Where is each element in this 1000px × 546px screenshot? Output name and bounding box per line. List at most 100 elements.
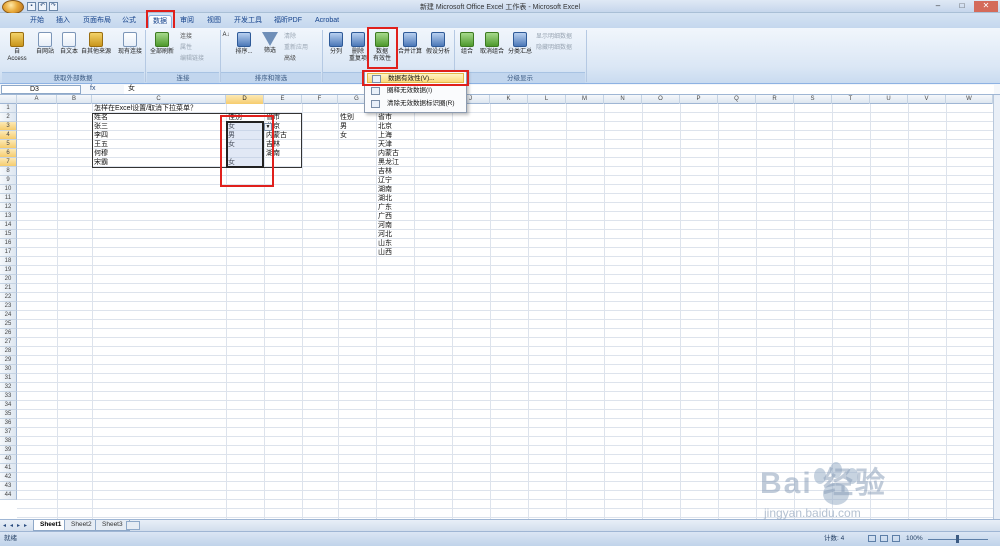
column-header[interactable]: D [226, 95, 264, 104]
province-list-header[interactable]: 省市 [378, 113, 392, 122]
text-to-columns-button[interactable]: 分列 [325, 32, 347, 56]
tab-developer[interactable]: 开发工具 [232, 15, 264, 28]
sort-button[interactable]: 排序... [232, 32, 256, 56]
normal-view-icon[interactable] [868, 535, 876, 542]
advanced-button[interactable]: 高级 [284, 53, 296, 62]
column-header[interactable]: L [528, 95, 566, 104]
row-header[interactable]: 8 [0, 167, 17, 176]
row-header[interactable]: 39 [0, 446, 17, 455]
sheet-title-cell[interactable]: 怎样在Excel设置/取消下拉菜单？ [94, 104, 197, 113]
column-header[interactable]: R [756, 95, 794, 104]
province-list-item[interactable]: 湖南 [378, 185, 392, 194]
zoom-level[interactable]: 100% [906, 534, 923, 544]
row-header[interactable]: 13 [0, 212, 17, 221]
connections-button[interactable]: 连接 [180, 31, 192, 40]
name-box[interactable]: D3 [1, 85, 81, 94]
edit-links-button[interactable]: 编辑链接 [180, 53, 204, 62]
fx-icon[interactable]: fx [90, 85, 120, 94]
row-header[interactable]: 34 [0, 401, 17, 410]
column-header[interactable]: V [908, 95, 946, 104]
vertical-scrollbar[interactable] [993, 95, 1000, 519]
row-header[interactable]: 12 [0, 203, 17, 212]
name-cell[interactable]: 李四 [94, 131, 108, 140]
row-header[interactable]: 3 [0, 122, 17, 131]
column-header[interactable]: Q [718, 95, 756, 104]
province-list-item[interactable]: 上海 [378, 131, 392, 140]
column-header[interactable]: W [946, 95, 993, 104]
from-text-button[interactable]: 自文本 [58, 32, 80, 56]
tab-acrobat[interactable]: Acrobat [312, 15, 342, 28]
province-list-item[interactable]: 河北 [378, 230, 392, 239]
province-list-item[interactable]: 山东 [378, 239, 392, 248]
minimize-icon[interactable]: – [926, 1, 950, 12]
ungroup-button[interactable]: 取消组合 [478, 32, 506, 56]
page-layout-icon[interactable] [880, 535, 888, 542]
row-header[interactable]: 17 [0, 248, 17, 257]
province-list-item[interactable]: 黑龙江 [378, 158, 399, 167]
row-header[interactable]: 21 [0, 284, 17, 293]
menu-item-clear-circles[interactable]: 清除无效数据标识圈(R) [367, 99, 464, 109]
row-header[interactable]: 15 [0, 230, 17, 239]
row-header[interactable]: 40 [0, 455, 17, 464]
sheet-tab[interactable]: Sheet3 [95, 520, 130, 531]
existing-connections-button[interactable]: 现有连接 [116, 32, 144, 56]
row-header[interactable]: 14 [0, 221, 17, 230]
prev-sheet-icon[interactable]: ◂ [10, 522, 16, 530]
row-header[interactable]: 19 [0, 266, 17, 275]
row-header[interactable]: 32 [0, 383, 17, 392]
gender-list-header[interactable]: 性别 [340, 113, 354, 122]
province-list-item[interactable]: 北京 [378, 122, 392, 131]
select-all-corner[interactable] [0, 95, 17, 104]
province-list-item[interactable]: 吉林 [378, 167, 392, 176]
name-cell[interactable]: 宋霸 [94, 158, 108, 167]
subtotal-button[interactable]: 分类汇总 [506, 32, 534, 56]
province-list-item[interactable]: 辽宁 [378, 176, 392, 185]
row-header[interactable]: 22 [0, 293, 17, 302]
row-header[interactable]: 35 [0, 410, 17, 419]
gender-list-item[interactable]: 男 [340, 122, 347, 131]
close-icon[interactable]: ✕ [974, 1, 998, 12]
page-break-icon[interactable] [892, 535, 900, 542]
consolidate-button[interactable]: 合并计算 [396, 32, 424, 56]
row-header[interactable]: 30 [0, 365, 17, 374]
reapply-button[interactable]: 重新应用 [284, 42, 308, 51]
row-header[interactable]: 6 [0, 149, 17, 158]
tab-home[interactable]: 开始 [26, 15, 48, 28]
column-header[interactable]: S [794, 95, 832, 104]
refresh-all-button[interactable]: 全部刷新 [148, 32, 176, 56]
menu-item-circle-invalid[interactable]: 圈释无效数据(I) [367, 86, 464, 96]
first-sheet-icon[interactable]: ◂ [3, 522, 9, 530]
tab-insert[interactable]: 插入 [52, 15, 74, 28]
column-header[interactable]: C [92, 95, 226, 104]
tab-foxit-pdf[interactable]: 福昕PDF [272, 15, 304, 28]
column-header[interactable]: F [302, 95, 338, 104]
row-header[interactable]: 24 [0, 311, 17, 320]
row-header[interactable]: 36 [0, 419, 17, 428]
row-header[interactable]: 4 [0, 131, 17, 140]
province-list-item[interactable]: 湖北 [378, 194, 392, 203]
what-if-button[interactable]: 假设分析 [424, 32, 452, 56]
row-header[interactable]: 1 [0, 104, 17, 113]
show-detail-button[interactable]: 显示明细数据 [536, 31, 572, 40]
filter-button[interactable]: 筛选 [260, 32, 280, 55]
column-header[interactable]: E [264, 95, 302, 104]
zoom-slider-thumb[interactable] [956, 535, 959, 543]
sort-az-button[interactable]: A↓ [222, 32, 230, 39]
properties-button[interactable]: 属性 [180, 42, 192, 51]
column-header[interactable]: T [832, 95, 870, 104]
row-header[interactable]: 28 [0, 347, 17, 356]
row-header[interactable]: 20 [0, 275, 17, 284]
group-button[interactable]: 组合 [457, 32, 477, 56]
row-header[interactable]: 5 [0, 140, 17, 149]
hide-detail-button[interactable]: 隐藏明细数据 [536, 42, 572, 51]
from-web-button[interactable]: 自网站 [34, 32, 56, 56]
row-header[interactable]: 16 [0, 239, 17, 248]
column-header[interactable]: N [604, 95, 642, 104]
column-header[interactable]: M [566, 95, 604, 104]
sheet-tab[interactable]: Sheet2 [64, 520, 99, 531]
province-list-item[interactable]: 内蒙古 [378, 149, 399, 158]
tab-review[interactable]: 审阅 [176, 15, 198, 28]
row-header[interactable]: 31 [0, 374, 17, 383]
province-list-item[interactable]: 广东 [378, 203, 392, 212]
name-cell[interactable]: 王五 [94, 140, 108, 149]
